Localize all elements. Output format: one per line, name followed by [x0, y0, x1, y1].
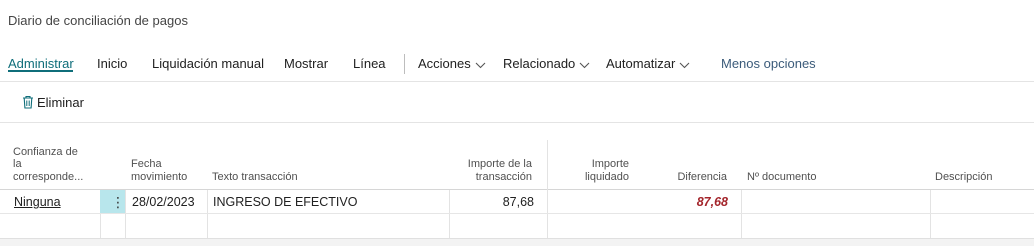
header-importe-trans-line1: Importe de la	[467, 158, 532, 170]
action-bar: Administrar Inicio Liquidación manual Mo…	[0, 50, 1034, 81]
empty-table-row[interactable]	[0, 214, 1034, 238]
tab-liquidacion-manual[interactable]: Liquidación manual	[152, 56, 264, 71]
header-importe-transaccion[interactable]: Importe de la transacción	[440, 123, 532, 189]
row-menu-button[interactable]: ⋮	[100, 190, 125, 214]
header-descripcion[interactable]: Descripción	[935, 123, 1025, 189]
header-confianza-line2: la	[13, 158, 22, 170]
header-descripcion-label: Descripción	[935, 170, 993, 183]
tab-administrar[interactable]: Administrar	[8, 56, 74, 71]
menu-automatizar-label: Automatizar	[606, 56, 676, 71]
menu-acciones[interactable]: Acciones	[418, 56, 486, 71]
header-fecha-line1: Fecha	[131, 158, 162, 170]
header-documento-label: Nº documento	[747, 170, 817, 183]
grid-footer	[0, 239, 1034, 246]
header-fecha-line2: movimiento	[131, 170, 188, 183]
header-importe-liquidado[interactable]: Importe liquidado	[555, 123, 629, 189]
more-vertical-icon: ⋮	[111, 194, 125, 210]
chevron-down-icon	[679, 62, 690, 68]
header-confianza[interactable]: Confianza de la corresponde...	[13, 123, 103, 189]
menu-acciones-label: Acciones	[418, 56, 471, 71]
diferencia-cell[interactable]: 87,68	[650, 190, 728, 214]
header-texto[interactable]: Texto transacción	[212, 123, 412, 189]
active-tab-indicator	[8, 70, 73, 72]
header-importe-liq-line1: Importe	[591, 158, 629, 170]
importe-liquidado-cell[interactable]	[550, 190, 630, 214]
menu-relacionado[interactable]: Relacionado	[503, 56, 590, 71]
importe-transaccion-cell[interactable]: 87,68	[452, 190, 534, 214]
header-confianza-line1: Confianza de	[13, 145, 78, 158]
texto-cell[interactable]: INGRESO DE EFECTIVO	[213, 190, 357, 214]
page-title: Diario de conciliación de pagos	[8, 13, 188, 28]
confianza-cell[interactable]: Ninguna	[14, 190, 61, 214]
header-fecha[interactable]: Fecha movimiento	[131, 123, 206, 189]
menu-relacionado-label: Relacionado	[503, 56, 576, 71]
tab-inicio[interactable]: Inicio	[97, 56, 127, 71]
fecha-cell[interactable]: 28/02/2023	[132, 190, 195, 214]
journal-grid: Confianza de la corresponde... Fecha mov…	[0, 123, 1034, 246]
action-bar-separator	[404, 54, 405, 74]
delete-button-label: Eliminar	[37, 95, 84, 110]
header-importe-trans-line2: transacción	[475, 170, 532, 183]
header-texto-label: Texto transacción	[212, 170, 298, 183]
table-row[interactable]: Ninguna ⋮ 28/02/2023 INGRESO DE EFECTIVO…	[0, 190, 1034, 214]
header-diferencia-label: Diferencia	[677, 170, 727, 183]
less-options-button[interactable]: Menos opciones	[721, 56, 816, 71]
tab-linea[interactable]: Línea	[353, 56, 386, 71]
chevron-down-icon	[475, 62, 486, 68]
header-documento[interactable]: Nº documento	[747, 123, 897, 189]
header-diferencia[interactable]: Diferencia	[650, 123, 727, 189]
trash-icon	[23, 95, 33, 109]
action-bar-divider	[0, 81, 1034, 82]
header-confianza-line3: corresponde...	[13, 170, 84, 183]
tab-mostrar[interactable]: Mostrar	[284, 56, 328, 71]
header-importe-liq-line2: liquidado	[584, 170, 629, 183]
menu-automatizar[interactable]: Automatizar	[606, 56, 690, 71]
chevron-down-icon	[579, 62, 590, 68]
